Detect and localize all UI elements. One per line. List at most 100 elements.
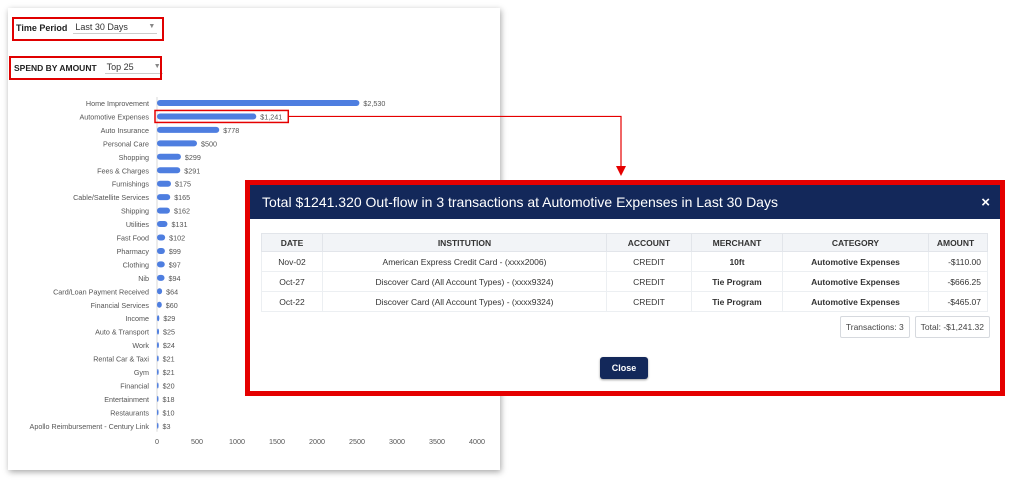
close-button[interactable]: Close	[600, 357, 648, 379]
bar-value-label: $299	[185, 153, 201, 162]
bar-value-label: $24	[163, 341, 175, 350]
col-category[interactable]: CATEGORY	[782, 233, 929, 252]
bar[interactable]	[157, 342, 159, 349]
bar[interactable]	[157, 207, 170, 214]
category-label: Fees & Charges	[97, 166, 149, 175]
table-row[interactable]: Nov-02 American Express Credit Card - (x…	[261, 251, 988, 272]
bar[interactable]	[157, 288, 163, 295]
cell-account: CREDIT	[606, 291, 692, 312]
cell-account: CREDIT	[606, 271, 692, 292]
category-label: Utilities	[126, 220, 150, 229]
category-label: Entertainment	[104, 395, 149, 404]
x-tick-label: 0	[155, 437, 159, 446]
category-label: Apollo Reimbursement - Century Link	[30, 422, 150, 431]
cell-amount: -$666.25	[928, 271, 988, 292]
category-label: Financial	[120, 381, 149, 390]
col-date[interactable]: DATE	[261, 233, 323, 252]
cell-institution: Discover Card (All Account Types) - (xxx…	[322, 271, 607, 292]
table-row[interactable]: Oct-22 Discover Card (All Account Types)…	[261, 291, 988, 312]
col-account[interactable]: ACCOUNT	[606, 233, 692, 252]
cell-date: Nov-02	[261, 251, 323, 272]
bar[interactable]	[157, 194, 171, 201]
bar-value-label: $778	[223, 126, 239, 135]
bar-value-label: $500	[201, 139, 217, 148]
bar[interactable]	[157, 328, 159, 335]
transactions-count-badge: Transactions: 3	[839, 316, 910, 338]
bar[interactable]	[157, 100, 360, 106]
col-merchant[interactable]: MERCHANT	[691, 233, 783, 252]
connector-line	[288, 115, 622, 166]
cell-account: CREDIT	[606, 251, 692, 272]
col-amount[interactable]: AMOUNT	[928, 233, 988, 252]
category-label: Financial Services	[91, 301, 150, 310]
bar-value-label: $21	[163, 355, 175, 364]
bar[interactable]	[157, 274, 165, 281]
bar[interactable]	[157, 180, 171, 187]
x-tick-label: 3500	[429, 437, 445, 446]
modal-highlight-frame: Total $1241.320 Out-flow in 3 transactio…	[245, 180, 1005, 396]
x-tick-label: 500	[191, 437, 203, 446]
category-label: Pharmacy	[117, 247, 150, 256]
category-label: Shipping	[121, 207, 149, 216]
bar[interactable]	[157, 126, 220, 133]
bar-value-label: $291	[184, 166, 200, 175]
cell-date: Oct-27	[261, 271, 323, 292]
category-label: Shopping	[119, 153, 149, 162]
modal-title: Total $1241.320 Out-flow in 3 transactio…	[262, 194, 778, 210]
category-label: Restaurants	[110, 408, 149, 417]
bar[interactable]	[157, 355, 159, 362]
bar-value-label: $1,241	[260, 112, 282, 121]
bar-value-label: $97	[169, 260, 181, 269]
cell-amount: -$110.00	[928, 251, 988, 272]
bar-value-label: $102	[169, 234, 185, 243]
x-tick-label: 2500	[349, 437, 365, 446]
bar-value-label: $94	[169, 274, 181, 283]
bar[interactable]	[157, 315, 160, 322]
bar-value-label: $21	[163, 368, 175, 377]
category-label: Rental Car & Taxi	[93, 355, 149, 364]
table-row[interactable]: Oct-27 Discover Card (All Account Types)…	[261, 271, 988, 292]
bar[interactable]	[157, 153, 181, 160]
close-icon[interactable]: ×	[981, 194, 990, 211]
x-tick-label: 4000	[469, 437, 485, 446]
cell-institution: American Express Credit Card - (xxxx2006…	[322, 251, 607, 272]
x-tick-label: 1000	[229, 437, 245, 446]
bar[interactable]	[157, 247, 165, 254]
summary-pills: Transactions: 3 Total: -$1,241.32	[839, 316, 990, 338]
bar[interactable]	[157, 234, 166, 241]
category-label: Furnishings	[112, 180, 150, 189]
bar-value-label: $99	[169, 247, 181, 256]
bar-value-label: $2,530	[363, 99, 385, 108]
bar-value-label: $25	[163, 328, 175, 337]
bar[interactable]	[157, 167, 181, 174]
bar[interactable]	[157, 382, 159, 389]
col-institution[interactable]: INSTITUTION	[322, 233, 607, 252]
bar[interactable]	[157, 221, 168, 228]
bar[interactable]	[157, 422, 159, 429]
bar[interactable]	[157, 395, 159, 402]
bar-value-label: $10	[163, 408, 175, 417]
bar[interactable]	[157, 140, 197, 147]
bar[interactable]	[157, 369, 159, 375]
category-label: Cable/Satellite Services	[73, 193, 149, 202]
cell-merchant: 10ft	[691, 251, 783, 272]
bar[interactable]	[157, 261, 165, 268]
cell-merchant: Tie Program	[691, 291, 783, 312]
bar-value-label: $20	[163, 381, 175, 390]
bar-value-label: $18	[163, 395, 175, 404]
category-label: Nib	[138, 274, 149, 283]
x-tick-label: 1500	[269, 437, 285, 446]
bar[interactable]	[157, 113, 257, 120]
cell-category: Automotive Expenses	[782, 251, 929, 272]
bar[interactable]	[157, 301, 162, 308]
cell-amount: -$465.07	[928, 291, 988, 312]
bar-value-label: $60	[166, 301, 178, 310]
x-tick-label: 3000	[389, 437, 405, 446]
category-label: Personal Care	[103, 139, 149, 148]
cell-category: Automotive Expenses	[782, 291, 929, 312]
transactions-modal: Total $1241.320 Out-flow in 3 transactio…	[250, 185, 1000, 391]
bar-value-label: $64	[166, 287, 178, 296]
category-label: Auto & Transport	[95, 328, 149, 337]
bar[interactable]	[157, 409, 159, 416]
category-label: Auto Insurance	[101, 126, 149, 135]
